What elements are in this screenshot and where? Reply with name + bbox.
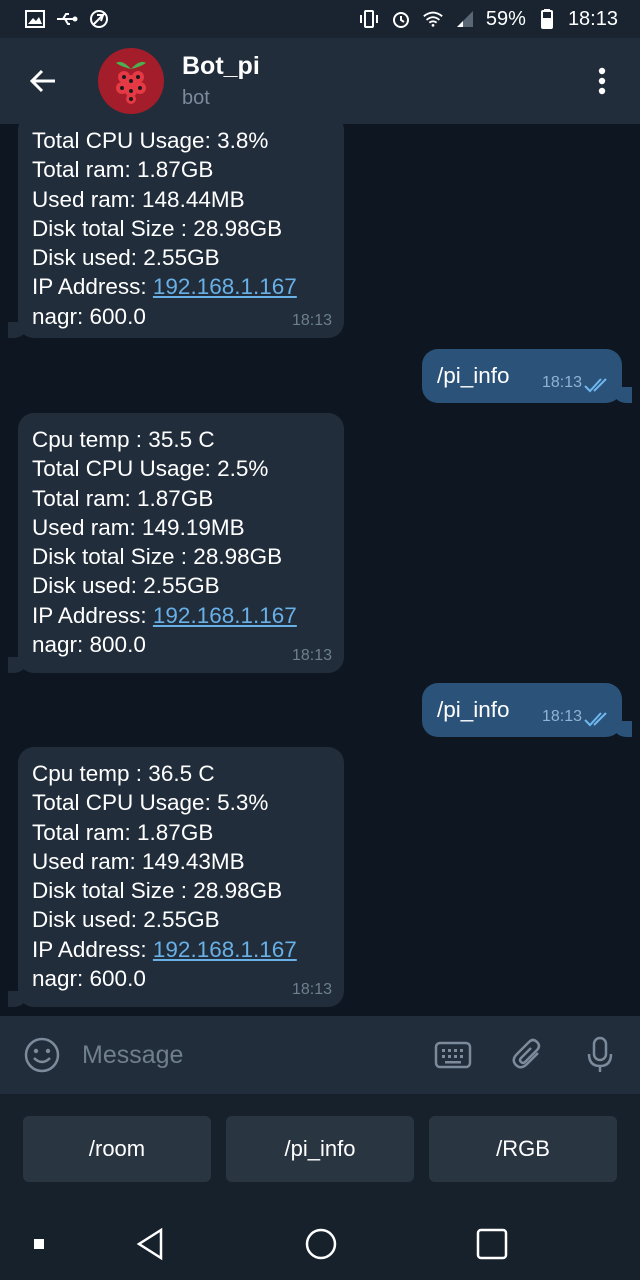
alarm-icon	[390, 8, 412, 30]
status-bar: 59% 18:13	[0, 0, 640, 38]
message-line: Total ram: 1.87GB	[32, 485, 214, 511]
status-icons-right: 59% 18:13	[358, 8, 618, 31]
message-line: Disk total Size : 28.98GB	[32, 544, 283, 570]
incoming-message[interactable]: Total CPU Usage: 3.8% Total ram: 1.87GB …	[18, 124, 344, 338]
nav-home-button[interactable]	[301, 1224, 341, 1264]
message-line: Total CPU Usage: 5.3%	[32, 790, 269, 816]
ip-label: IP Address:	[32, 274, 153, 300]
usb-icon	[56, 8, 78, 30]
chat-title-block[interactable]: Bot_pi bot	[182, 52, 260, 110]
battery-percent: 59%	[485, 7, 526, 30]
bot-keyboard: /room /pi_info /RGB	[0, 1094, 640, 1206]
bubble-tail	[612, 387, 632, 403]
ip-label: IP Address:	[32, 602, 153, 628]
chat-header: Bot_pi bot	[0, 38, 640, 124]
keyboard-icon	[434, 1041, 472, 1069]
message-line: nagr: 600.0	[32, 966, 146, 992]
ip-address-line: IP Address: 192.168.1.167	[32, 601, 330, 630]
message-line: nagr: 600.0	[32, 303, 146, 329]
status-time: 18:13	[567, 7, 618, 30]
message-line: Total CPU Usage: 3.8%	[32, 128, 269, 153]
outgoing-message[interactable]: /pi_info 18:13	[422, 349, 622, 403]
bubble-tail	[612, 721, 632, 737]
message-line: Disk used: 2.55GB	[32, 907, 220, 933]
read-checkmarks-icon	[584, 712, 607, 727]
message-line: nagr: 800.0	[32, 632, 146, 658]
more-vertical-icon	[598, 67, 606, 95]
nav-back-button[interactable]	[130, 1224, 170, 1264]
message-time: 18:13	[291, 647, 332, 664]
message-line: Disk total Size : 28.98GB	[32, 215, 283, 241]
nav-recents-button[interactable]	[472, 1224, 512, 1264]
back-arrow-icon	[29, 69, 55, 93]
bot-keyboard-button[interactable]	[433, 1035, 473, 1075]
message-time: 18:13	[291, 981, 332, 998]
ip-label: IP Address:	[32, 936, 153, 962]
message-line: Used ram: 149.19MB	[32, 514, 245, 540]
system-nav-bar	[0, 1206, 640, 1280]
chat-title: Bot_pi	[182, 52, 260, 80]
read-checkmarks-icon	[584, 378, 607, 393]
message-list[interactable]: Total CPU Usage: 3.8% Total ram: 1.87GB …	[0, 124, 640, 1016]
back-button[interactable]	[0, 38, 86, 124]
gallery-icon	[24, 8, 46, 30]
avatar[interactable]	[98, 48, 164, 114]
battery-icon	[536, 8, 558, 30]
emoji-button[interactable]	[22, 1035, 62, 1075]
message-line: Disk used: 2.55GB	[32, 245, 220, 271]
keyboard-button-rgb[interactable]: /RGB	[429, 1116, 617, 1182]
message-time: 18:13	[541, 708, 582, 725]
nav-dot-button[interactable]	[19, 1224, 59, 1264]
ip-address-link[interactable]: 192.168.1.167	[153, 274, 297, 299]
message-line: Total CPU Usage: 2.5%	[32, 456, 269, 482]
status-icons-left	[24, 8, 110, 30]
ip-address-link[interactable]: 192.168.1.167	[153, 603, 297, 628]
message-line: Used ram: 148.44MB	[32, 186, 245, 212]
more-menu-button[interactable]	[586, 64, 618, 98]
message-input[interactable]	[82, 1033, 412, 1077]
message-composer	[0, 1016, 640, 1094]
vibrate-icon	[358, 8, 380, 30]
message-text: /pi_info	[437, 697, 510, 722]
message-time: 18:13	[541, 374, 582, 391]
message-line: Total ram: 1.87GB	[32, 157, 214, 183]
attach-button[interactable]	[508, 1035, 548, 1075]
voice-button[interactable]	[580, 1035, 620, 1075]
message-line: Cpu temp : 36.5 C	[32, 761, 215, 786]
ip-address-line: IP Address: 192.168.1.167	[32, 272, 330, 301]
keyboard-button-room[interactable]: /room	[23, 1116, 211, 1182]
message-line: Used ram: 149.43MB	[32, 848, 245, 874]
keyboard-button-pi-info[interactable]: /pi_info	[226, 1116, 414, 1182]
message-line: Total ram: 1.87GB	[32, 819, 214, 845]
message-text: /pi_info	[437, 363, 510, 388]
paperclip-icon	[512, 1038, 541, 1069]
chat-subtitle: bot	[182, 87, 210, 109]
wifi-icon	[422, 8, 444, 30]
microphone-icon	[587, 1036, 613, 1072]
triangle-back-icon	[136, 1227, 163, 1261]
message-line: Disk total Size : 28.98GB	[32, 878, 283, 904]
emoji-icon	[24, 1037, 60, 1073]
message-time: 18:13	[291, 312, 332, 329]
ip-address-link[interactable]: 192.168.1.167	[153, 937, 297, 962]
message-line: Disk used: 2.55GB	[32, 573, 220, 599]
square-recents-icon	[476, 1228, 508, 1260]
incoming-message[interactable]: Cpu temp : 35.5 C Total CPU Usage: 2.5% …	[18, 413, 344, 673]
no-location-icon	[88, 8, 110, 30]
dot-icon	[34, 1239, 44, 1249]
incoming-message[interactable]: Cpu temp : 36.5 C Total CPU Usage: 5.3% …	[18, 747, 344, 1007]
signal-icon	[454, 8, 476, 30]
ip-address-line: IP Address: 192.168.1.167	[32, 935, 330, 964]
outgoing-message[interactable]: /pi_info 18:13	[422, 683, 622, 737]
raspberry-icon	[116, 61, 146, 104]
message-line: Cpu temp : 35.5 C	[32, 427, 215, 452]
circle-home-icon	[305, 1228, 337, 1260]
